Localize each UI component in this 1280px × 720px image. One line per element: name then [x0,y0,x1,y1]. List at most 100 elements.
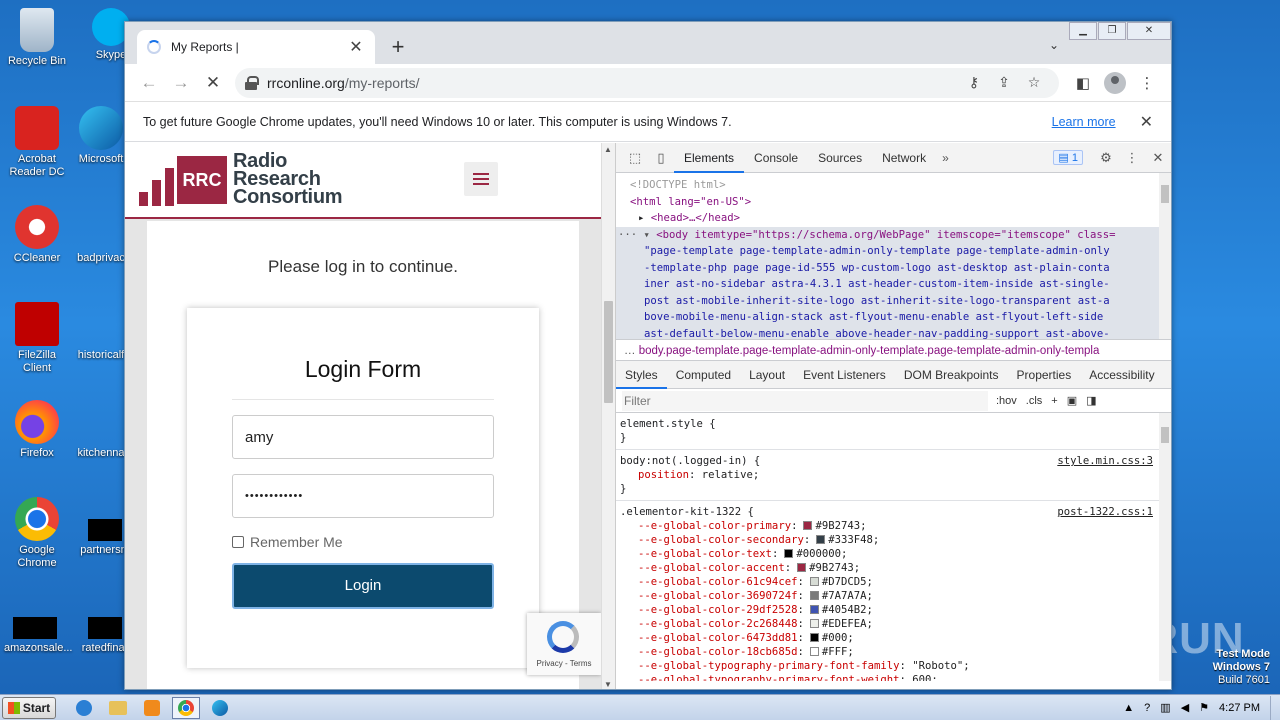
dom-node-head[interactable]: ▸ <head>…</head> [616,210,1171,227]
site-logo[interactable]: RRC Radio Research Consortium [139,151,343,207]
page-scrollbar[interactable]: ▲ ▼ [601,143,615,689]
desktop-icon-google-chrome[interactable]: Google Chrome [6,497,68,570]
css-property[interactable]: --e-global-color-secondary: #333F48; [620,533,1155,547]
start-button[interactable]: Start [2,696,56,719]
desktop-icon-recycle-bin[interactable]: Recycle Bin [6,8,68,68]
cls-toggle[interactable]: .cls [1026,395,1043,407]
toggle-sidebar-icon[interactable]: ◨ [1086,394,1096,407]
learn-more-link[interactable]: Learn more [1052,115,1116,129]
desktop-icon-badprivac[interactable]: badprivac [70,205,132,265]
scroll-thumb[interactable] [1161,185,1169,203]
more-tabs-icon[interactable]: » [936,151,955,165]
prop-value[interactable]: #FFF; [822,646,854,658]
dom-node-body-selected[interactable]: ··· ▾ <body itemtype="https://schema.org… [616,226,1171,339]
taskbar-chrome-icon[interactable] [172,696,200,719]
hov-toggle[interactable]: :hov [996,395,1017,407]
scroll-up-icon[interactable]: ▲ [604,145,612,154]
dom-scrollbar[interactable] [1159,173,1171,339]
prop-value[interactable]: #9B2743; [809,562,860,574]
prop-name[interactable]: position [638,469,689,481]
rule-body[interactable]: style.min.css:3 body:not(.logged-in) { p… [616,450,1171,501]
tab-event-listeners[interactable]: Event Listeners [794,361,895,389]
desktop-icon-acrobat[interactable]: Acrobat Reader DC [6,106,68,179]
minimize-button[interactable]: ▁ [1069,22,1097,40]
tray-help-icon[interactable]: ? [1144,702,1150,714]
tab-search-chevron-icon[interactable]: ⌄ [1049,38,1059,52]
prop-value[interactable]: #4054B2; [822,604,873,616]
profile-avatar-icon[interactable] [1104,71,1126,94]
remember-me-checkbox[interactable] [232,536,244,548]
settings-gear-icon[interactable]: ⚙ [1093,150,1119,166]
rule-source-link[interactable]: style.min.css:3 [1057,454,1153,468]
prop-name[interactable]: --e-global-color-18cb685d [638,646,797,658]
remember-me[interactable]: Remember Me [232,534,343,550]
prop-name[interactable]: --e-global-color-secondary [638,534,804,546]
css-property[interactable]: --e-global-color-29df2528: #4054B2; [620,603,1155,617]
prop-name[interactable]: --e-global-color-6473dd81 [638,632,797,644]
dom-tree[interactable]: <!DOCTYPE html> <html lang="en-US"> ▸ <h… [616,173,1171,339]
login-button[interactable]: Login [232,563,494,609]
username-field[interactable]: amy [232,415,494,459]
breadcrumb-text[interactable]: body.page-template.page-template-admin-o… [639,345,1100,357]
infobar-close-icon[interactable]: ✕ [1140,112,1153,132]
clock[interactable]: 4:27 PM [1219,702,1260,714]
tab-computed[interactable]: Computed [667,361,740,389]
password-field[interactable]: •••••••••••• [232,474,494,518]
side-panel-icon[interactable]: ◧ [1067,74,1099,92]
color-swatch-icon[interactable] [809,591,819,600]
prop-name[interactable]: --e-global-color-text [638,548,772,560]
back-arrow-icon[interactable]: ← [133,69,165,97]
prop-value[interactable]: "Roboto"; [912,660,969,672]
new-rule-plus-icon[interactable]: + [1051,395,1057,407]
color-swatch-icon[interactable] [809,633,819,642]
kebab-menu-icon[interactable]: ⋮ [1131,74,1163,92]
css-property[interactable]: --e-global-color-primary: #9B2743; [620,519,1155,533]
bookmark-star-icon[interactable]: ☆ [1019,74,1049,91]
color-swatch-icon[interactable] [809,619,819,628]
prop-value[interactable]: #D7DCD5; [822,576,873,588]
issues-badge[interactable]: ▤ 1 [1053,150,1083,165]
css-property[interactable]: --e-global-color-accent: #9B2743; [620,561,1155,575]
address-bar[interactable]: rrconline.org/my-reports/ ⚷ ⇪ ☆ [235,67,1059,98]
css-property[interactable]: --e-global-color-18cb685d: #FFF; [620,645,1155,659]
css-property[interactable]: --e-global-color-text: #000000; [620,547,1155,561]
css-property[interactable]: --e-global-color-3690724f: #7A7A7A; [620,589,1155,603]
forward-arrow-icon[interactable]: → [165,69,197,97]
tray-volume-icon[interactable]: ◀ [1181,701,1189,714]
rule-elementor-kit[interactable]: post-1322.css:1 .elementor-kit-1322 { --… [616,501,1171,681]
rule-source-link[interactable]: post-1322.css:1 [1057,505,1153,519]
prop-name[interactable]: --e-global-color-3690724f [638,590,797,602]
browser-tab[interactable]: My Reports | ✕ [137,30,375,64]
tray-network-icon[interactable]: ▥ [1160,701,1170,714]
restore-button[interactable]: ❐ [1098,22,1126,40]
desktop-icon-ccleaner[interactable]: CCleaner [6,205,68,265]
new-tab-button[interactable]: + [387,34,409,60]
prop-value[interactable]: 600; [912,674,938,681]
hamburger-menu-icon[interactable] [464,162,498,196]
prop-value[interactable]: #333F48; [828,534,879,546]
desktop-icon-filezilla[interactable]: FileZilla Client [6,302,68,375]
taskbar-ie-icon[interactable] [70,697,98,719]
dom-node-doctype[interactable]: <!DOCTYPE html> [616,177,1171,194]
key-icon[interactable]: ⚷ [959,74,989,91]
desktop-icon-firefox[interactable]: Firefox [6,400,68,460]
desktop-icon-kitchenna[interactable]: kitchenna [70,400,132,460]
prop-name[interactable]: --e-global-color-2c268448 [638,618,797,630]
prop-value[interactable]: #9B2743; [815,520,866,532]
prop-value[interactable]: #000000; [796,548,847,560]
lock-icon[interactable] [245,75,259,90]
prop-value[interactable]: #EDEFEA; [822,618,873,630]
recaptcha-badge[interactable]: Privacy - Terms [527,613,601,675]
color-swatch-icon[interactable] [809,647,819,656]
prop-name[interactable]: --e-global-color-61c94cef [638,576,797,588]
breadcrumb[interactable]: … body.page-template.page-template-admin… [616,339,1171,361]
tab-elements[interactable]: Elements [674,143,745,173]
prop-value[interactable]: #000; [822,632,854,644]
recaptcha-text[interactable]: Privacy - Terms [527,659,601,668]
desktop-icon-historicalf[interactable]: historicalf [70,302,132,362]
prop-value[interactable]: #7A7A7A; [822,590,873,602]
css-property[interactable]: --e-global-color-61c94cef: #D7DCD5; [620,575,1155,589]
rule-element-style[interactable]: element.style { } [616,413,1171,450]
tab-dom-breakpoints[interactable]: DOM Breakpoints [895,361,1008,389]
url-text[interactable]: rrconline.org/my-reports/ [267,75,959,91]
